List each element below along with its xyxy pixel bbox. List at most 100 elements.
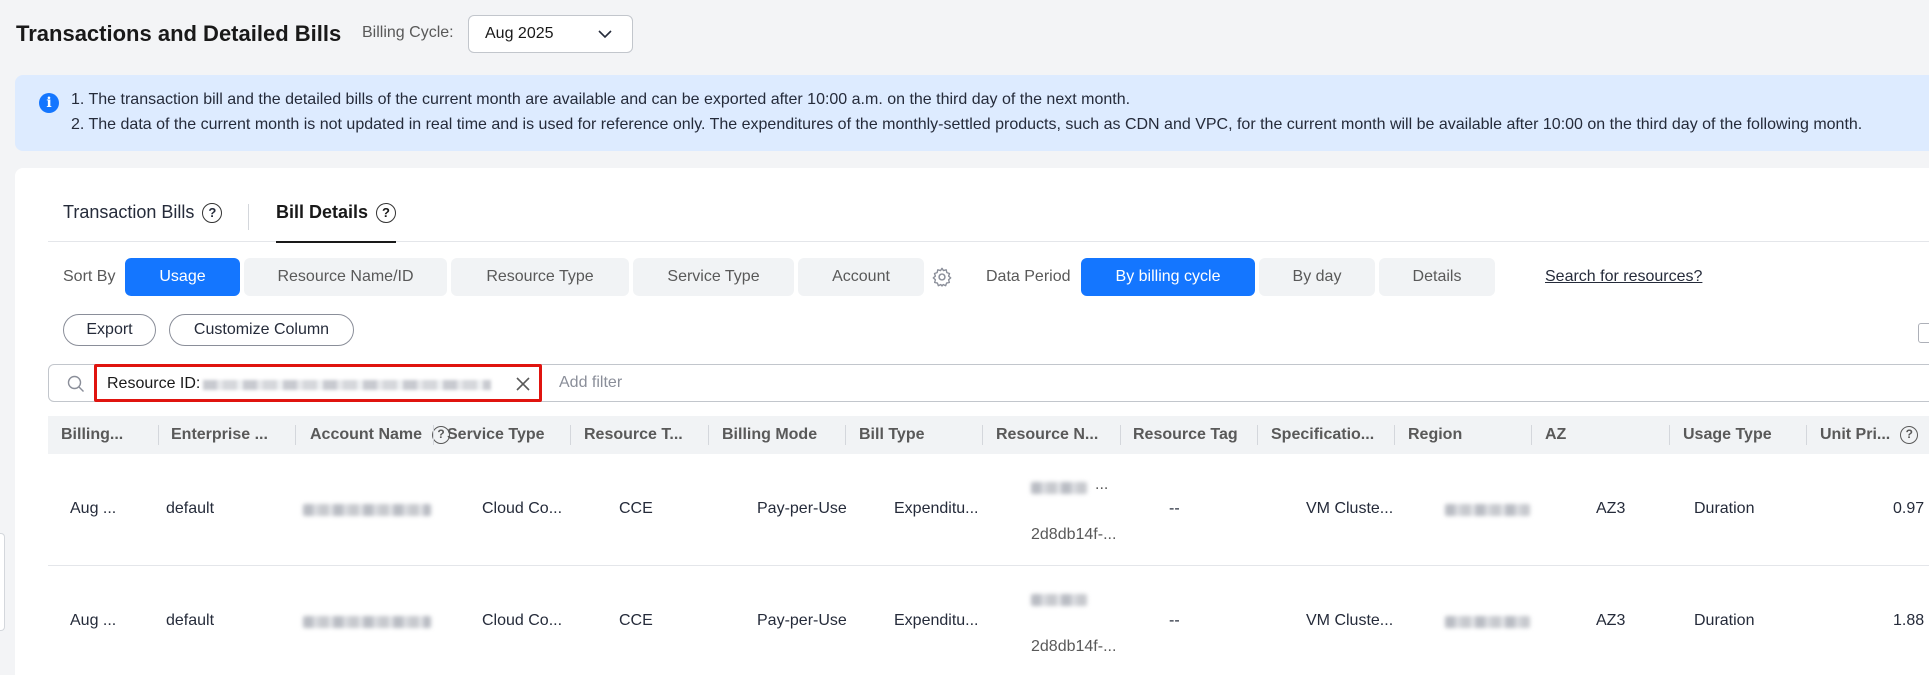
tab-transaction-bills[interactable]: Transaction Bills? <box>63 202 223 242</box>
cell-resource-id[interactable]: 2d8db14f-... <box>1031 526 1116 544</box>
cell-resource-id[interactable]: 2d8db14f-... <box>1031 638 1116 656</box>
sort-by-label: Sort By <box>63 268 116 285</box>
col-region[interactable]: Region <box>1408 416 1518 454</box>
col-divider <box>295 425 296 445</box>
col-divider <box>433 425 434 445</box>
cell-usage-type: Duration <box>1694 612 1755 629</box>
period-billing-cycle-button[interactable]: By billing cycle <box>1081 258 1255 296</box>
col-divider <box>1394 425 1395 445</box>
billing-cycle-select[interactable]: Aug 2025 <box>468 15 633 53</box>
cell-enterprise: default <box>166 500 215 517</box>
col-billing-mode[interactable]: Billing Mode <box>722 416 832 454</box>
col-usage-type[interactable]: Usage Type <box>1683 416 1793 454</box>
sort-resource-name-button[interactable]: Resource Name/ID <box>244 258 447 296</box>
col-az[interactable]: AZ <box>1545 416 1625 454</box>
filter-chip-value-redacted <box>203 380 491 390</box>
table-row[interactable]: Aug ... default Cloud Co... CCE Pay-per-… <box>48 566 1929 675</box>
cell-usage-type: Duration <box>1694 500 1755 517</box>
sort-usage-button[interactable]: Usage <box>125 258 240 296</box>
col-divider <box>1531 425 1532 445</box>
col-resource-type[interactable]: Resource T... <box>584 416 689 454</box>
col-enterprise[interactable]: Enterprise ... <box>171 416 276 454</box>
cell-specification: VM Cluste... <box>1306 500 1394 517</box>
cell-bill-type: Expenditu... <box>894 612 979 629</box>
gear-icon[interactable] <box>931 266 953 288</box>
filter-chip-key: Resource ID: <box>107 375 201 392</box>
billing-cycle-value: Aug 2025 <box>485 25 554 42</box>
side-panel-handle[interactable] <box>0 533 5 631</box>
cell-region-redacted <box>1445 504 1530 516</box>
tab-label: Transaction Bills <box>63 202 195 222</box>
help-icon[interactable]: ? <box>376 203 397 223</box>
notice-line-2: 2. The data of the current month is not … <box>71 116 1863 133</box>
col-divider <box>982 425 983 445</box>
cell-unit-price: 0.97 <box>1893 500 1925 517</box>
col-service-type[interactable]: Service Type <box>447 416 567 454</box>
page-title: Transactions and Detailed Bills <box>16 21 342 46</box>
data-period-label: Data Period <box>986 268 1071 285</box>
cell-enterprise: default <box>166 612 215 629</box>
cell-resource-name-redacted <box>1031 482 1087 494</box>
cell-resource-type: CCE <box>619 500 653 517</box>
cell-service-type: Cloud Co... <box>482 500 563 517</box>
option-checkbox[interactable] <box>1918 323 1929 343</box>
cell-billing: Aug ... <box>70 612 117 629</box>
cell-specification: VM Cluste... <box>1306 612 1394 629</box>
col-divider <box>1669 425 1670 445</box>
table-row[interactable]: Aug ... default Cloud Co... CCE Pay-per-… <box>48 454 1929 566</box>
col-unit-price-label: Unit Pri... <box>1820 426 1891 443</box>
cell-resource-type: CCE <box>619 612 653 629</box>
page-header: Transactions and Detailed Bills Billing … <box>0 0 1929 66</box>
tab-bar: Transaction Bills? Bill Details? <box>48 202 1929 243</box>
col-divider <box>1120 425 1121 445</box>
bill-card: Transaction Bills? Bill Details? Sort By… <box>15 168 1929 675</box>
cell-bill-type: Expenditu... <box>894 500 979 517</box>
cell-account-redacted <box>303 616 431 628</box>
col-divider <box>1806 425 1807 445</box>
cell-resource-tag: -- <box>1169 612 1180 629</box>
help-icon[interactable]: ? <box>1900 426 1919 444</box>
close-icon[interactable] <box>515 376 531 392</box>
cell-account-redacted <box>303 504 431 516</box>
billing-cycle-label: Billing Cycle: <box>362 24 454 41</box>
cell-resource-tag: -- <box>1169 500 1180 517</box>
table-header: Billing... Enterprise ... Account Name? … <box>48 416 1929 454</box>
cell-resource-name-redacted <box>1031 594 1087 606</box>
search-icon <box>67 375 84 392</box>
col-bill-type[interactable]: Bill Type <box>859 416 969 454</box>
tab-divider <box>248 204 249 230</box>
add-filter-placeholder[interactable]: Add filter <box>559 374 622 392</box>
cell-billing: Aug ... <box>70 500 117 517</box>
info-notice: i 1. The transaction bill and the detail… <box>15 75 1929 151</box>
resource-id-filter-chip[interactable]: Resource ID: <box>94 364 542 402</box>
sort-resource-type-button[interactable]: Resource Type <box>451 258 629 296</box>
col-specification[interactable]: Specificatio... <box>1271 416 1381 454</box>
sort-account-button[interactable]: Account <box>798 258 924 296</box>
notice-line-1: 1. The transaction bill and the detailed… <box>71 91 1131 108</box>
col-resource-name[interactable]: Resource N... <box>996 416 1106 454</box>
cell-region-redacted <box>1445 616 1530 628</box>
col-account-name-label: Account Name <box>310 426 423 443</box>
cell-billing-mode: Pay-per-Use <box>757 612 847 629</box>
cell-billing-mode: Pay-per-Use <box>757 500 847 517</box>
col-divider <box>158 425 159 445</box>
chevron-down-icon <box>598 30 612 39</box>
sort-toolbar: Sort By Usage Resource Name/ID Resource … <box>48 258 1929 296</box>
cell-unit-price: 1.88 <box>1893 612 1925 629</box>
period-by-day-button[interactable]: By day <box>1259 258 1375 296</box>
period-details-button[interactable]: Details <box>1379 258 1495 296</box>
cell-resource-name-suffix: ... <box>1095 476 1109 493</box>
help-icon[interactable]: ? <box>202 203 223 223</box>
col-billing[interactable]: Billing... <box>61 416 141 454</box>
cell-az: AZ3 <box>1596 612 1626 629</box>
col-divider <box>845 425 846 445</box>
search-resources-link[interactable]: Search for resources? <box>1545 268 1702 286</box>
customize-column-button[interactable]: Customize Column <box>169 314 354 346</box>
sort-service-type-button[interactable]: Service Type <box>633 258 794 296</box>
tab-bill-details[interactable]: Bill Details? <box>276 202 397 243</box>
filter-search-bar[interactable]: Resource ID: Add filter <box>48 364 1929 402</box>
cell-az: AZ3 <box>1596 500 1626 517</box>
col-resource-tag[interactable]: Resource Tag <box>1133 416 1248 454</box>
export-button[interactable]: Export <box>63 314 156 346</box>
col-unit-price[interactable]: Unit Pri...? <box>1820 416 1929 454</box>
